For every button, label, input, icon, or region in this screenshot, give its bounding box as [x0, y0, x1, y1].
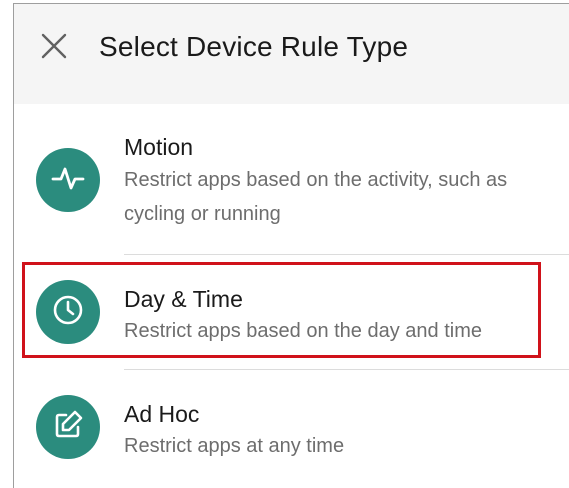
- close-icon: [39, 31, 69, 66]
- rule-type-title: Ad Hoc: [124, 401, 200, 427]
- rule-type-description: Restrict apps based on the activity, suc…: [124, 169, 508, 225]
- rule-type-motion[interactable]: Motion Restrict apps based on the activi…: [14, 104, 569, 254]
- rule-type-title: Day & Time: [124, 286, 243, 312]
- rule-type-description: Restrict apps at any time: [124, 435, 345, 457]
- rule-type-ad-hoc[interactable]: Ad Hoc Restrict apps at any time: [14, 371, 569, 483]
- activity-pulse-icon: [50, 160, 86, 201]
- ad-hoc-icon-badge: [36, 395, 100, 459]
- edit-icon: [50, 407, 86, 448]
- rule-type-title: Motion: [124, 134, 194, 160]
- day-time-icon-badge: [36, 280, 100, 344]
- rule-type-dialog: Select Device Rule Type Motion Restrict …: [13, 3, 569, 488]
- divider: [124, 254, 569, 255]
- divider: [124, 369, 569, 370]
- close-button[interactable]: [34, 28, 74, 68]
- page-title: Select Device Rule Type: [99, 31, 409, 62]
- dialog-header: Select Device Rule Type: [14, 4, 569, 104]
- motion-icon-badge: [36, 148, 100, 212]
- clock-icon: [50, 292, 86, 333]
- rule-type-day-time[interactable]: Day & Time Restrict apps based on the da…: [14, 256, 569, 369]
- rule-type-description: Restrict apps based on the day and time: [124, 320, 482, 342]
